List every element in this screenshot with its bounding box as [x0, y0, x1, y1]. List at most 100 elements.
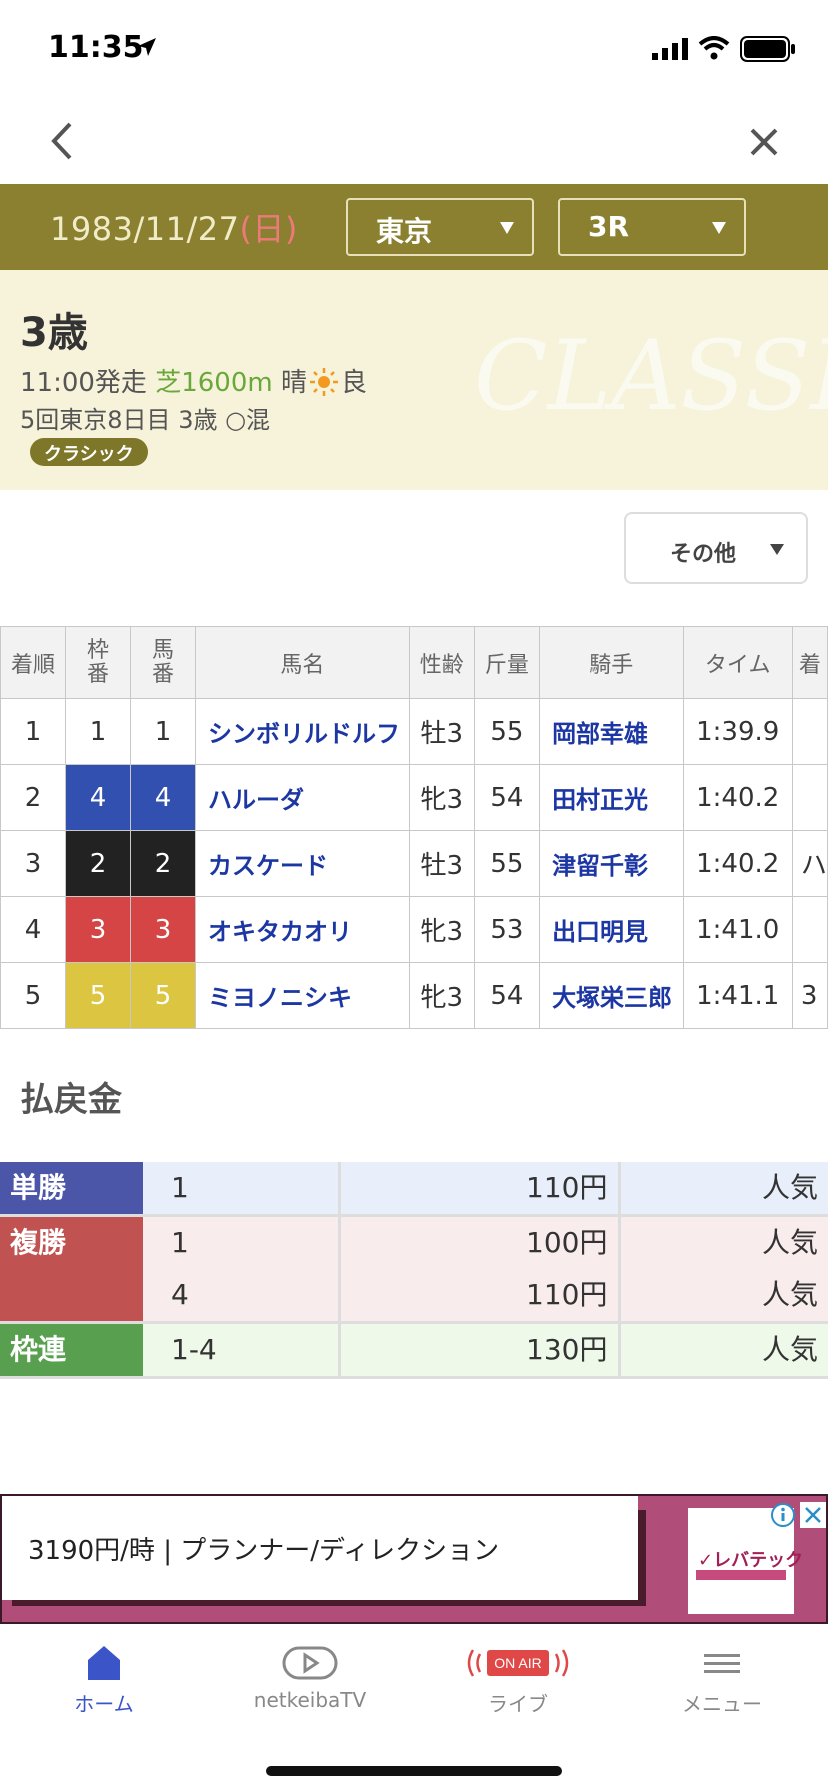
col-frame-top: 枠 [86, 637, 109, 663]
tab-menu-label: メニュー [682, 1692, 762, 1716]
payout-popularity-value: 人気 [761, 1333, 818, 1366]
race-info-panel: CLASSIC 3歳 11:00発走 芝1600m 晴 良 5回東京8日目 3歳… [0, 270, 828, 490]
race-conditions: 11:00発走 芝1600m 晴 良 [20, 362, 367, 399]
tv-icon [282, 1646, 338, 1680]
payout-amount: 100円 110円 [339, 1215, 621, 1324]
horse-name-link[interactable]: カスケード [194, 830, 410, 897]
payout-type-label: 枠連 [10, 1333, 67, 1366]
table-row: 2 4 4 ハルーダ 牝3 54 田村正光 1:40.2 [0, 764, 828, 831]
jockey-link[interactable]: 田村正光 [539, 764, 684, 831]
rank-cell: 3 [0, 830, 66, 897]
status-time: 11:35 [48, 30, 144, 65]
sex-age-cell: 牝3 [408, 962, 475, 1029]
race-select[interactable]: 3R [558, 198, 746, 256]
classic-watermark: CLASSIC [474, 320, 828, 432]
payout-row: 枠連 1-4 130円 人気 [0, 1322, 828, 1379]
nav-bar [0, 100, 828, 184]
frame-cell: 1 [64, 698, 131, 765]
menu-icon [704, 1654, 740, 1673]
venue-select[interactable]: 東京 [346, 198, 534, 256]
payout-combo: 1 [143, 1162, 341, 1217]
col-time: タイム [682, 626, 793, 699]
col-jockey: 騎手 [539, 626, 684, 699]
margin-cell [791, 698, 828, 765]
payout-popularity-value: 人気 [761, 1226, 818, 1259]
race-title: 3歳 [20, 310, 88, 356]
payout-combo-value: 1 [171, 1226, 189, 1259]
info-icon[interactable] [770, 1502, 796, 1528]
horse-name-link[interactable]: オキタカオリ [194, 896, 410, 963]
onair-badge-text: ON AIR [494, 1655, 541, 1671]
ad-banner[interactable]: 3190円/時 | プランナー/ディレクション ✓レバテック [0, 1494, 828, 1624]
col-rank: 着順 [0, 626, 66, 699]
track-going: 良 [340, 368, 367, 398]
horse-number-cell: 3 [129, 896, 196, 963]
payout-table: 単勝 1 110円 人気 複勝 1 4 100円 110円 人気 人気 枠連 1-4 130円 人気 [0, 1162, 828, 1379]
course-distance: 芝1600m [155, 368, 273, 398]
dropdown-arrow-icon [770, 544, 784, 555]
payout-combo: 1-4 [143, 1322, 341, 1379]
race-date[interactable]: 1983/11/27(日) [50, 204, 298, 250]
col-frame-bottom: 番 [86, 661, 109, 687]
rank-cell: 4 [0, 896, 66, 963]
tab-netkeibatv-label: netkeibaTV [253, 1688, 367, 1712]
post-time: 11:00発走 [20, 368, 147, 398]
tab-live[interactable]: ON AIR ライブ [428, 1642, 608, 1722]
col-number: 馬番 [129, 626, 196, 699]
payout-row: 複勝 1 4 100円 110円 人気 人気 [0, 1215, 828, 1324]
dropdown-arrow-icon [712, 222, 726, 234]
payout-popularity-value: 人気 [761, 1171, 818, 1204]
race-meeting-info: 5回東京8日目 3歳 ○混 [20, 400, 270, 435]
race-select-label: 3R [588, 210, 630, 243]
tab-netkeibatv[interactable]: netkeibaTV [220, 1642, 400, 1722]
jockey-link[interactable]: 大塚栄三郎 [539, 962, 684, 1029]
wifi-icon [698, 36, 730, 60]
close-icon[interactable] [800, 1502, 826, 1528]
jockey-link[interactable]: 岡部幸雄 [539, 698, 684, 765]
horse-name-link[interactable]: シンボリルドルフ [194, 698, 410, 765]
home-indicator[interactable] [266, 1766, 562, 1776]
meeting: 5回東京8日目 [20, 406, 171, 434]
tab-bar: ホーム netkeibaTV ON AIR ライブ メニュー [0, 1624, 828, 1792]
status-bar: 11:35 [0, 0, 828, 100]
jockey-link[interactable]: 津留千彰 [539, 830, 684, 897]
horse-number-cell: 2 [129, 830, 196, 897]
payout-type: 単勝 [0, 1162, 143, 1217]
payout-amount: 110円 [339, 1162, 621, 1217]
margin-cell: 3 [791, 962, 828, 1029]
jockey-link[interactable]: 出口明見 [539, 896, 684, 963]
ad-text[interactable]: 3190円/時 | プランナー/ディレクション [2, 1496, 638, 1600]
col-number-top: 馬 [151, 637, 174, 663]
weight-cell: 54 [473, 764, 541, 831]
frame-cell: 3 [64, 896, 131, 963]
col-frame: 枠番 [64, 626, 131, 699]
payout-type-label: 複勝 [10, 1226, 67, 1259]
weight-cell: 55 [473, 698, 541, 765]
sex-age-cell: 牝3 [408, 764, 475, 831]
close-icon[interactable] [744, 122, 784, 162]
horse-name-link[interactable]: ハルーダ [194, 764, 410, 831]
race-class: 3歳 ○混 [178, 406, 271, 434]
payout-row: 単勝 1 110円 人気 [0, 1162, 828, 1217]
time-cell: 1:40.2 [682, 830, 793, 897]
weather: 晴 [280, 368, 307, 398]
payout-popularity-value: 人気 [761, 1278, 818, 1311]
tab-home[interactable]: ホーム [14, 1642, 194, 1722]
frame-cell: 4 [64, 764, 131, 831]
tab-live-label: ライブ [488, 1692, 548, 1716]
results-header-row: 着順 枠番 馬番 馬名 性齢 斤量 騎手 タイム 着 [0, 626, 828, 699]
payout-type-label: 単勝 [10, 1171, 67, 1204]
back-arrow-icon[interactable] [44, 118, 84, 164]
margin-cell [791, 764, 828, 831]
other-dropdown[interactable]: その他 [624, 512, 808, 584]
table-row: 5 5 5 ミヨノニシキ 牝3 54 大塚栄三郎 1:41.1 3 [0, 962, 828, 1029]
horse-name-link[interactable]: ミヨノニシキ [194, 962, 410, 1029]
col-margin: 着 [791, 626, 828, 699]
payout-heading: 払戻金 [20, 1080, 122, 1120]
tab-menu[interactable]: メニュー [632, 1642, 812, 1722]
col-number-bottom: 番 [151, 661, 174, 687]
time-cell: 1:40.2 [682, 764, 793, 831]
horse-number-cell: 4 [129, 764, 196, 831]
frame-cell: 5 [64, 962, 131, 1029]
location-arrow-icon [138, 38, 156, 56]
